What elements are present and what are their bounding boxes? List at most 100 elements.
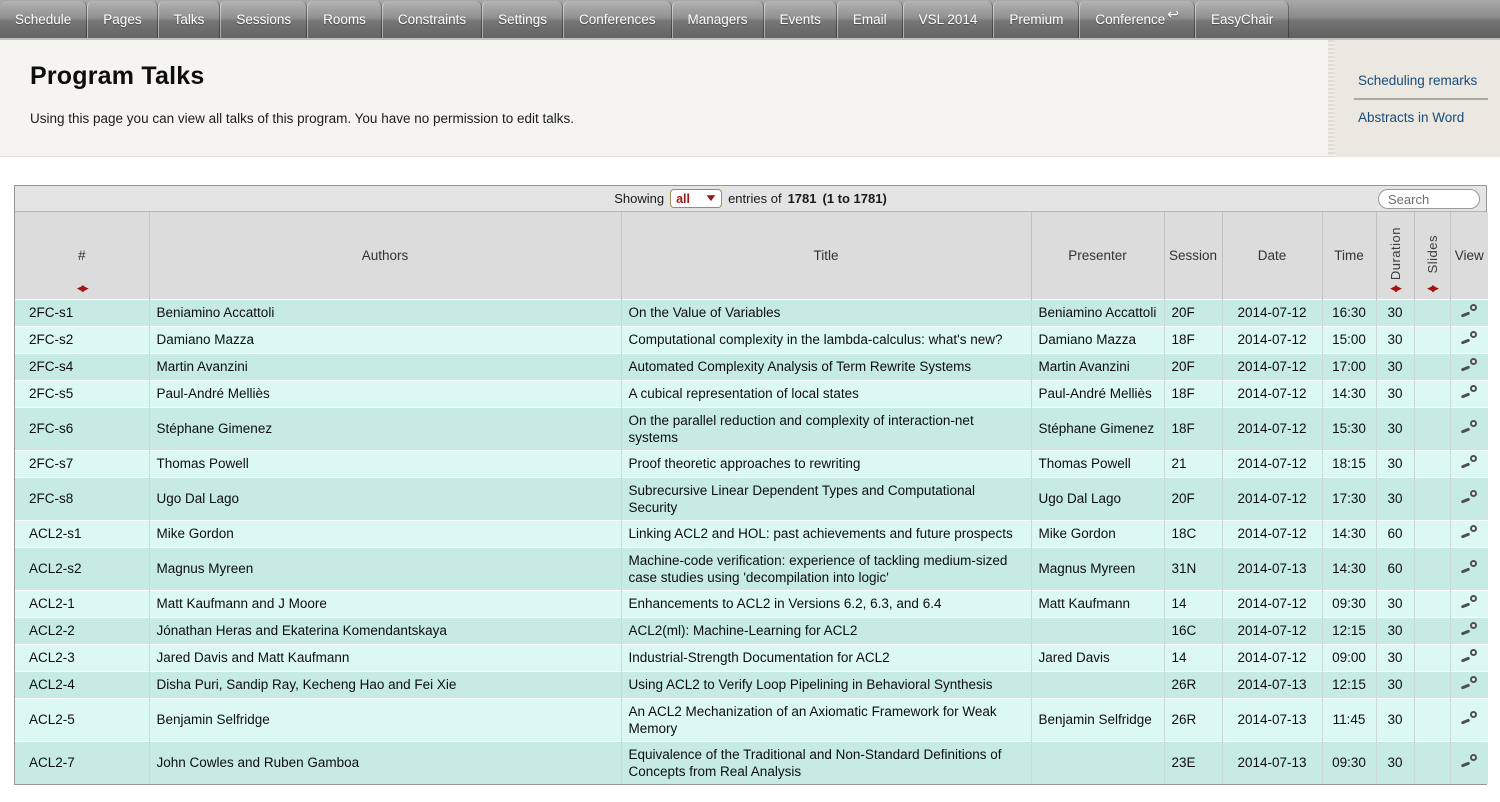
talk-id-cell: ACL2-s2	[15, 547, 149, 590]
authors-cell: Jared Davis and Matt Kaufmann	[149, 644, 621, 671]
nav-tab-premium[interactable]: Premium	[993, 1, 1079, 38]
talk-row: 2FC-s7 Thomas Powell Proof theoretic app…	[15, 450, 1488, 477]
view-talk-icon[interactable]	[1460, 676, 1478, 690]
nav-tab-email[interactable]: Email	[837, 1, 903, 38]
date-cell: 2014-07-12	[1222, 407, 1322, 450]
showing-label: Showing	[614, 191, 664, 206]
nav-tab-settings[interactable]: Settings	[482, 1, 563, 38]
view-talk-icon[interactable]	[1460, 754, 1478, 768]
authors-cell: Paul-André Melliès	[149, 380, 621, 407]
time-cell: 12:15	[1322, 671, 1376, 698]
talk-id-cell: ACL2-1	[15, 590, 149, 617]
title-cell: Equivalence of the Traditional and Non-S…	[621, 741, 1031, 784]
nav-tab-label: Managers	[688, 12, 748, 27]
page-title: Program Talks	[0, 40, 1500, 91]
session-cell: 23E	[1164, 741, 1222, 784]
presenter-cell: Stéphane Gimenez	[1031, 407, 1164, 450]
date-cell: 2014-07-13	[1222, 741, 1322, 784]
top-navigation: Schedule Pages Talks Sessions Rooms Cons…	[0, 0, 1500, 40]
nav-tab-label: Sessions	[236, 12, 291, 27]
duration-cell: 30	[1376, 326, 1414, 353]
nav-tab-label: Pages	[103, 12, 141, 27]
authors-cell: Thomas Powell	[149, 450, 621, 477]
nav-tab-pages[interactable]: Pages	[87, 1, 157, 38]
date-cell: 2014-07-12	[1222, 520, 1322, 547]
presenter-cell: Thomas Powell	[1031, 450, 1164, 477]
talk-id-cell: 2FC-s5	[15, 380, 149, 407]
view-talk-icon[interactable]	[1460, 304, 1478, 318]
view-talk-icon[interactable]	[1460, 649, 1478, 663]
nav-tab-label: Schedule	[15, 12, 71, 27]
view-talk-icon[interactable]	[1460, 385, 1478, 399]
slides-cell	[1414, 450, 1450, 477]
nav-tab-label: Conference	[1095, 12, 1165, 27]
nav-tab-sessions[interactable]: Sessions	[220, 1, 307, 38]
session-cell: 18C	[1164, 520, 1222, 547]
title-cell: An ACL2 Mechanization of an Axiomatic Fr…	[621, 698, 1031, 741]
nav-tab-talks[interactable]: Talks	[158, 1, 221, 38]
view-talk-icon[interactable]	[1460, 455, 1478, 469]
view-talk-icon[interactable]	[1460, 622, 1478, 636]
title-cell: On the parallel reduction and complexity…	[621, 407, 1031, 450]
view-talk-icon[interactable]	[1460, 525, 1478, 539]
presenter-cell: Ugo Dal Lago	[1031, 477, 1164, 520]
talk-row: ACL2-1 Matt Kaufmann and J Moore Enhance…	[15, 590, 1488, 617]
time-cell: 17:00	[1322, 353, 1376, 380]
view-cell	[1450, 353, 1488, 380]
view-talk-icon[interactable]	[1460, 711, 1478, 725]
nav-tab-rooms[interactable]: Rooms	[307, 1, 382, 38]
duration-cell: 30	[1376, 671, 1414, 698]
view-talk-icon[interactable]	[1460, 358, 1478, 372]
time-cell: 09:00	[1322, 644, 1376, 671]
duration-cell: 30	[1376, 644, 1414, 671]
talks-table: # ◀▶ Authors Title Presenter Session Dat…	[15, 212, 1488, 784]
view-cell	[1450, 407, 1488, 450]
view-talk-icon[interactable]	[1460, 420, 1478, 434]
talk-id-cell: ACL2-s1	[15, 520, 149, 547]
title-cell: Industrial-Strength Documentation for AC…	[621, 644, 1031, 671]
session-cell: 20F	[1164, 353, 1222, 380]
nav-tab-schedule[interactable]: Schedule	[0, 1, 87, 38]
talk-row: 2FC-s2 Damiano Mazza Computational compl…	[15, 326, 1488, 353]
switch-conference-icon: ↩	[1167, 6, 1179, 23]
sort-arrows-icon[interactable]: ◀▶	[1390, 283, 1400, 294]
slides-cell	[1414, 741, 1450, 784]
nav-tab-events[interactable]: Events	[764, 1, 837, 38]
page-size-select[interactable]: all ▼	[670, 189, 722, 208]
nav-tab-conferences[interactable]: Conferences	[563, 1, 672, 38]
title-cell: Using ACL2 to Verify Loop Pipelining in …	[621, 671, 1031, 698]
column-header-id: # ◀▶	[15, 212, 149, 299]
talk-row: 2FC-s5 Paul-André Melliès A cubical repr…	[15, 380, 1488, 407]
slides-cell	[1414, 299, 1450, 326]
talk-id-cell: 2FC-s6	[15, 407, 149, 450]
time-cell: 09:30	[1322, 590, 1376, 617]
abstracts-in-word-link[interactable]: Abstracts in Word	[1328, 100, 1500, 135]
talk-row: ACL2-7 John Cowles and Ruben Gamboa Equi…	[15, 741, 1488, 784]
nav-tab-vsl-2014[interactable]: VSL 2014	[903, 1, 994, 38]
presenter-cell: Damiano Mazza	[1031, 326, 1164, 353]
view-talk-icon[interactable]	[1460, 331, 1478, 345]
view-talk-icon[interactable]	[1460, 490, 1478, 504]
view-talk-icon[interactable]	[1460, 560, 1478, 574]
column-header-session: Session	[1164, 212, 1222, 299]
sort-arrows-icon[interactable]: ◀▶	[77, 283, 87, 294]
search-input[interactable]	[1378, 189, 1480, 209]
time-cell: 16:30	[1322, 299, 1376, 326]
title-cell: Linking ACL2 and HOL: past achievements …	[621, 520, 1031, 547]
presenter-cell: Jared Davis	[1031, 644, 1164, 671]
time-cell: 14:30	[1322, 547, 1376, 590]
nav-tab-label: EasyChair	[1211, 12, 1273, 27]
nav-tab-managers[interactable]: Managers	[672, 1, 764, 38]
nav-tab-constraints[interactable]: Constraints	[382, 1, 482, 38]
view-talk-icon[interactable]	[1460, 595, 1478, 609]
entries-label: entries of	[728, 191, 781, 206]
title-cell: ACL2(ml): Machine-Learning for ACL2	[621, 617, 1031, 644]
chevron-down-icon: ▼	[704, 193, 719, 204]
sort-arrows-icon[interactable]: ◀▶	[1427, 283, 1437, 294]
nav-tab-label: Events	[780, 12, 821, 27]
scheduling-remarks-link[interactable]: Scheduling remarks	[1328, 63, 1500, 98]
nav-tab-easychair[interactable]: EasyChair	[1195, 1, 1289, 38]
talk-id-cell: 2FC-s4	[15, 353, 149, 380]
slides-cell	[1414, 353, 1450, 380]
nav-tab-conference[interactable]: Conference ↩	[1079, 1, 1195, 38]
